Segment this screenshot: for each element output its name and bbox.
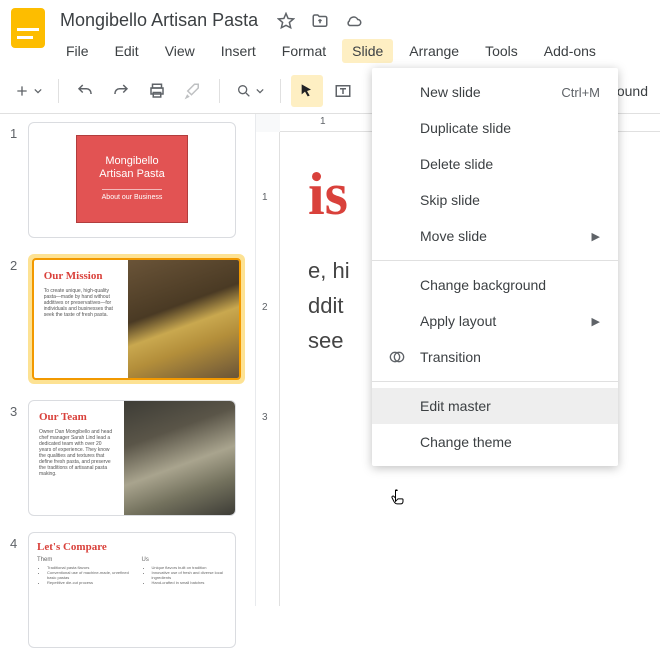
pointer-cursor-icon — [388, 488, 408, 513]
slide3-thumbnail-image — [124, 401, 235, 515]
menu-item-change-theme[interactable]: Change theme — [372, 424, 618, 460]
document-title[interactable]: Mongibello Artisan Pasta — [56, 8, 262, 33]
slide-thumbnail-4[interactable]: Let's Compare Them Traditional pasta fla… — [28, 532, 236, 648]
chevron-down-icon — [256, 87, 264, 95]
zoom-button[interactable] — [230, 75, 270, 107]
textbox-tool[interactable] — [327, 75, 359, 107]
vertical-ruler[interactable]: 1 2 3 — [256, 132, 280, 606]
slide-thumbnail-3[interactable]: Our Team Owner Dan Mongibello and head c… — [28, 400, 236, 516]
menu-item-move-slide[interactable]: Move slide ▶ — [372, 218, 618, 254]
redo-button[interactable] — [105, 75, 137, 107]
menu-item-transition[interactable]: Transition — [372, 339, 618, 375]
slide-thumbnail-2[interactable]: Our Mission To create unique, high-quali… — [28, 254, 245, 384]
thumb-number: 4 — [10, 532, 20, 648]
menu-item-delete-slide[interactable]: Delete slide — [372, 146, 618, 182]
chevron-down-icon — [34, 87, 42, 95]
submenu-arrow-icon: ▶ — [592, 230, 600, 243]
new-slide-button[interactable] — [8, 75, 48, 107]
menu-insert[interactable]: Insert — [211, 39, 266, 63]
menu-item-skip-slide[interactable]: Skip slide — [372, 182, 618, 218]
select-tool[interactable] — [291, 75, 323, 107]
menu-item-duplicate-slide[interactable]: Duplicate slide — [372, 110, 618, 146]
transition-icon — [388, 348, 406, 366]
slide2-thumbnail-image — [128, 260, 239, 378]
thumb-number: 1 — [10, 122, 20, 238]
menu-divider — [372, 260, 618, 261]
star-icon[interactable] — [276, 11, 296, 31]
undo-button[interactable] — [69, 75, 101, 107]
menu-item-new-slide[interactable]: New slide Ctrl+M — [372, 74, 618, 110]
thumb-number: 2 — [10, 254, 20, 384]
document-header: Mongibello Artisan Pasta File Edit View … — [0, 0, 660, 63]
print-button[interactable] — [141, 75, 173, 107]
menu-item-apply-layout[interactable]: Apply layout ▶ — [372, 303, 618, 339]
menu-format[interactable]: Format — [272, 39, 336, 63]
menu-file[interactable]: File — [56, 39, 99, 63]
slide2-title: Our Mission — [44, 270, 118, 282]
menu-addons[interactable]: Add-ons — [534, 39, 606, 63]
menu-tools[interactable]: Tools — [475, 39, 528, 63]
slide3-title: Our Team — [39, 411, 114, 423]
menu-view[interactable]: View — [155, 39, 205, 63]
menu-edit[interactable]: Edit — [105, 39, 149, 63]
slide-thumbnail-1[interactable]: Mongibello Artisan Pasta About our Busin… — [28, 122, 236, 238]
menu-divider — [372, 381, 618, 382]
submenu-arrow-icon: ▶ — [592, 315, 600, 328]
shortcut-label: Ctrl+M — [561, 85, 600, 100]
slide-menu-dropdown: New slide Ctrl+M Duplicate slide Delete … — [372, 68, 618, 466]
slides-logo[interactable] — [8, 8, 48, 48]
slide4-title: Let's Compare — [37, 541, 227, 553]
paint-format-button[interactable] — [177, 75, 209, 107]
move-to-folder-icon[interactable] — [310, 11, 330, 31]
menu-item-edit-master[interactable]: Edit master — [372, 388, 618, 424]
slide-thumbnails-panel: 1 Mongibello Artisan Pasta About our Bus… — [0, 114, 256, 606]
menu-slide[interactable]: Slide — [342, 39, 393, 63]
thumb-number: 3 — [10, 400, 20, 516]
menubar: File Edit View Insert Format Slide Arran… — [56, 33, 606, 63]
menu-item-change-background[interactable]: Change background — [372, 267, 618, 303]
menu-arrange[interactable]: Arrange — [399, 39, 469, 63]
cloud-status-icon[interactable] — [344, 11, 364, 31]
